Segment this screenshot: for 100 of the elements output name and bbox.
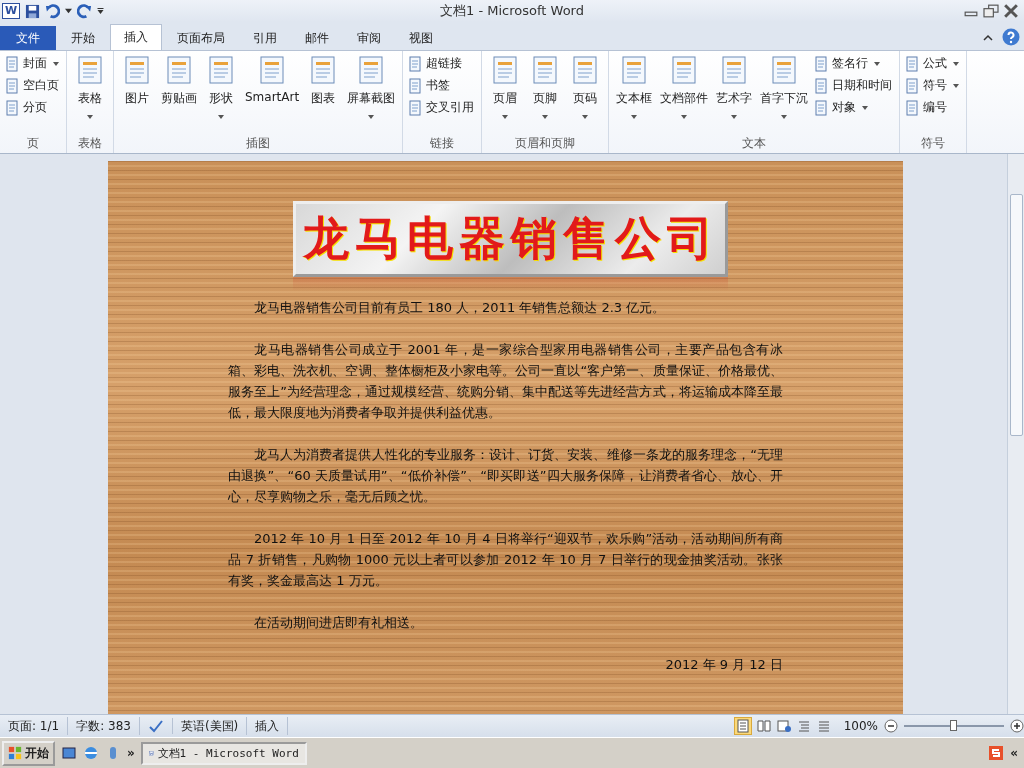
group-label: 页眉和页脚 [514, 135, 577, 152]
ribbon-button[interactable]: 图表 [304, 54, 343, 135]
paragraph: 2012 年 10 月 1 日至 2012 年 10 月 4 日将举行“迎双节，欢乐购”活动，活动期间所有商品 7 折销售，凡购物 1000 元以上者可以参加 2012 年 10 月 7 日举行的现金抽奖活动。张张有奖，奖金最高达 1 万元。 [228, 530, 783, 590]
dropdown-arrow-icon [218, 115, 224, 119]
paragraph: 龙马人为消费者提供人性化的专业服务：设计、订货、安装、维修一条龙的服务理念，“无理由退换”、“60 天质量试用”、“低价补偿”、“即买即送”四大服务保障，让消费者省心、放心、开心，尽享购物之乐，毫无后顾之忧。 [228, 446, 783, 506]
zoom-slider-thumb[interactable] [950, 720, 957, 731]
ribbon-tab[interactable]: 视图 [396, 26, 446, 50]
ribbon-button[interactable]: 书签 [407, 76, 478, 95]
dropdown-arrow-icon [781, 115, 788, 119]
proofing-check-icon[interactable] [147, 718, 164, 734]
word-art-heading: 龙马电器销售公司 [302, 210, 719, 267]
reading-layout-icon[interactable] [755, 718, 772, 734]
ribbon-button[interactable]: 艺术字 [713, 54, 756, 135]
group-label: 插图 [245, 135, 272, 152]
ribbon-button[interactable]: 图片 [118, 54, 156, 135]
web-layout-icon[interactable] [775, 718, 792, 734]
ribbon-button[interactable]: 页脚 [526, 54, 565, 135]
dropdown-arrow-icon [53, 61, 59, 66]
dropdown-arrow-icon [631, 115, 638, 119]
ribbon-tab[interactable]: 邮件 [292, 26, 342, 50]
ribbon-button[interactable]: 对象 [813, 98, 896, 117]
file-tab[interactable]: 文件 [0, 26, 56, 50]
ribbon-button[interactable]: 封面 [4, 54, 62, 73]
group-label: 链接 [429, 135, 456, 152]
document-icon [904, 77, 921, 94]
dropdown-arrow-icon [862, 105, 869, 110]
document-icon [4, 99, 20, 116]
ribbon-button[interactable]: 页眉 [486, 54, 525, 135]
ribbon-tab[interactable]: 引用 [240, 26, 290, 50]
more-chevron[interactable]: » [127, 746, 135, 760]
document-icon [407, 77, 424, 94]
ribbon-button[interactable]: 编号 [904, 98, 963, 117]
ribbon-button[interactable]: 日期和时间 [813, 76, 896, 95]
start-button[interactable]: 开始 [2, 740, 55, 766]
dropdown-arrow-icon [953, 83, 960, 88]
document-icon [904, 55, 921, 72]
document-icon [4, 77, 20, 94]
window-title: 文档1 - Microsoft Word [440, 2, 584, 20]
close-icon[interactable] [1002, 4, 1020, 18]
redo-icon[interactable] [77, 3, 93, 19]
browser-icon[interactable] [83, 745, 99, 761]
ribbon-button[interactable]: 页码 [566, 54, 605, 135]
dropdown-arrow-icon[interactable] [65, 8, 73, 14]
document-icon [407, 99, 424, 116]
ribbon-button[interactable]: 超链接 [407, 54, 478, 73]
language-indicator[interactable]: 英语(美国) [172, 717, 248, 735]
taskbar-window-button[interactable]: 文档1 - Microsoft Word [140, 741, 307, 765]
save-icon[interactable] [25, 3, 41, 19]
document-icon [813, 55, 830, 72]
ribbon-button[interactable]: 分页 [4, 98, 62, 117]
dropdown-arrow-icon [582, 115, 589, 119]
document-icon [4, 55, 20, 72]
insert-mode-indicator[interactable]: 插入 [247, 717, 289, 735]
document-icon [904, 99, 921, 116]
ribbon-tab[interactable]: 插入 [110, 24, 162, 50]
ribbon-button[interactable]: 屏幕截图 [344, 54, 399, 135]
ribbon-button[interactable]: 文档部件 [657, 54, 712, 135]
date-line: 2012 年 9 月 12 日 [664, 656, 783, 674]
document-icon [813, 99, 830, 116]
windows-logo-icon [8, 746, 22, 760]
ribbon-button[interactable]: 签名行 [813, 54, 896, 73]
customize-toolbar-icon[interactable] [97, 8, 105, 14]
zoom-level[interactable]: 100% [843, 719, 878, 733]
ribbon-button[interactable]: 公式 [904, 54, 963, 73]
ribbon-button[interactable]: SmartArt [242, 54, 303, 135]
zoom-slider[interactable] [904, 719, 1004, 733]
ribbon-button[interactable]: 形状 [202, 54, 240, 135]
ribbon-button[interactable]: 交叉引用 [407, 98, 478, 117]
ribbon-button[interactable]: 文本框 [613, 54, 656, 135]
ribbon-tab[interactable]: 审阅 [344, 26, 394, 50]
vertical-scrollbar[interactable] [1007, 154, 1024, 714]
ribbon-button[interactable]: 剪贴画 [158, 54, 200, 135]
print-layout-icon[interactable] [733, 717, 752, 735]
help-icon[interactable] [1002, 28, 1020, 46]
tray-collapse-button[interactable]: « [1010, 746, 1018, 760]
zoom-in-icon[interactable] [1010, 719, 1024, 733]
desktop-icon[interactable] [61, 745, 77, 761]
dropdown-arrow-icon [731, 115, 738, 119]
group-label: 文本 [741, 135, 768, 152]
restore-icon[interactable] [982, 4, 1000, 18]
group-label: 页 [26, 135, 40, 152]
page-count[interactable]: 页面: 1/1 [0, 717, 69, 735]
dropdown-arrow-icon [502, 115, 509, 119]
dropdown-arrow-icon [542, 115, 549, 119]
word-logo-icon: W [2, 3, 21, 19]
tray-app-icon[interactable] [988, 745, 1005, 761]
ribbon-button[interactable]: 空白页 [4, 76, 62, 95]
ribbon-button[interactable]: 表格 [71, 54, 109, 135]
document-icon [407, 55, 424, 72]
word-count[interactable]: 字数: 383 [68, 717, 140, 735]
ribbon-tab[interactable]: 开始 [58, 26, 108, 50]
paragraph: 龙马电器销售公司成立于 2001 年，是一家综合型家用电器销售公司，主要产品包含有冰箱、彩电、洗衣机、空调、整体橱柜及小家电等。公司一直以“客户第一、质量保证、价格最优、服务至上”为经营理念，通过规模经营、统购分销、集中配送等先进经营方式，将运输成本降至最低，最大限度地为消费者争取并提供利益优惠。 [228, 341, 783, 422]
paragraph: 龙马电器销售公司目前有员工 180 人，2011 年销售总额达 2.3 亿元。 [253, 299, 667, 317]
paragraph: 在活动期间进店即有礼相送。 [253, 614, 424, 632]
ribbon-button[interactable]: 首字下沉 [757, 54, 812, 135]
zoom-out-icon[interactable] [884, 719, 898, 733]
undo-icon[interactable] [45, 3, 61, 19]
dropdown-arrow-icon [681, 115, 688, 119]
ribbon-button[interactable]: 符号 [904, 76, 963, 95]
ribbon-tab[interactable]: 页面布局 [164, 26, 238, 50]
